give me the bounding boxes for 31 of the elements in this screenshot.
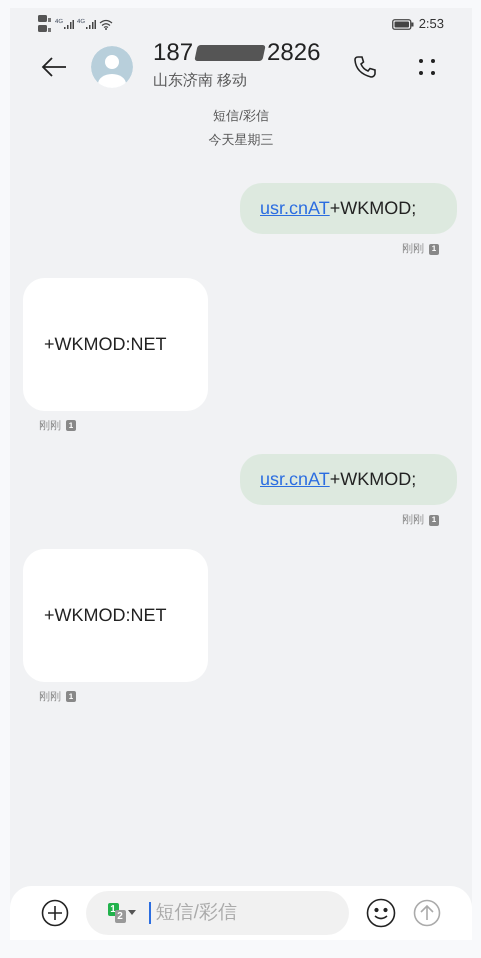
- wifi-icon: [99, 18, 114, 30]
- hd-icon: [38, 14, 52, 34]
- sim-selector[interactable]: 1 2: [108, 903, 136, 923]
- contact-location: 山东济南 移动: [153, 71, 248, 92]
- contact-number: 2826: [267, 41, 320, 66]
- caret-icon: [128, 910, 136, 916]
- received-message-bubble: +WKMOD:NET: [23, 548, 208, 682]
- message-link[interactable]: usr.cnAT: [260, 466, 330, 493]
- sim-badge: 1: [66, 420, 76, 432]
- message-time: 刚刚: [39, 418, 61, 434]
- message-text: +WKMOD;: [330, 197, 416, 220]
- message-input[interactable]: 短信/彩信: [156, 898, 306, 928]
- message-time: 刚刚: [402, 242, 424, 257]
- date-label: 今天星期三: [208, 130, 274, 148]
- message-input-field[interactable]: 1 2 短信/彩信: [86, 891, 349, 935]
- message-time: 刚刚: [39, 690, 61, 704]
- sim-badge: 1: [429, 514, 439, 526]
- avatar-icon: [91, 46, 133, 88]
- message-text: +WKMOD;: [330, 468, 416, 491]
- redaction-mark: [194, 45, 266, 62]
- sim-badge: 1: [66, 691, 76, 702]
- message-time: 刚刚: [402, 513, 424, 528]
- message-link[interactable]: usr.cnAT: [260, 195, 330, 222]
- received-message-bubble: +WKMOD:NET: [23, 278, 208, 410]
- status-time: 2:53: [418, 15, 444, 34]
- message-channel-label: 短信/彩信: [213, 107, 269, 125]
- add-button[interactable]: [40, 898, 70, 928]
- contact-number: 187: [153, 41, 194, 66]
- emoji-button[interactable]: [364, 897, 396, 929]
- sim-badge: 1: [429, 244, 439, 255]
- battery-icon: [392, 18, 414, 30]
